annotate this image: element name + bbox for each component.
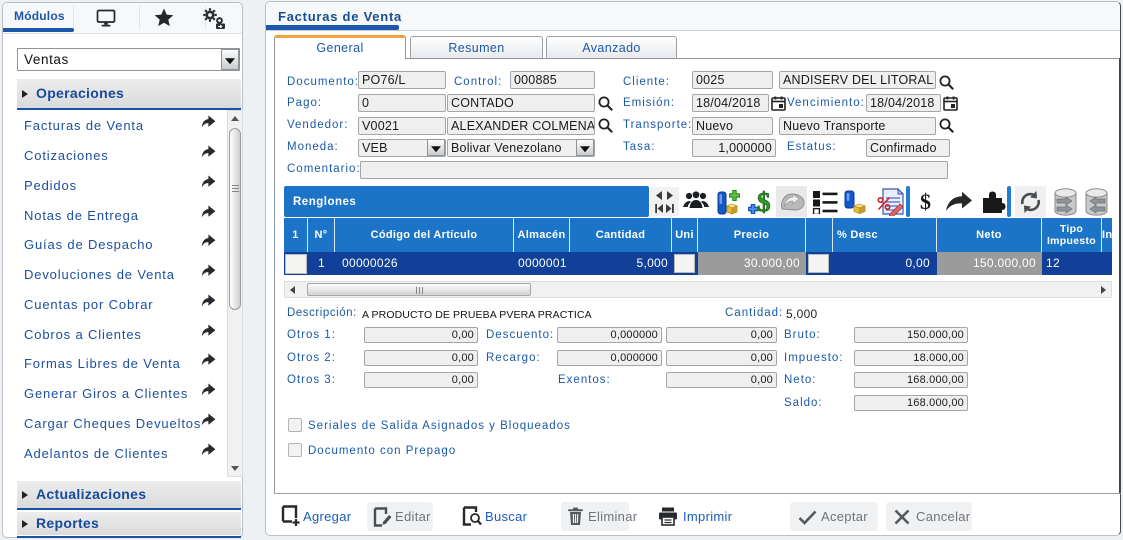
svg-text:$: $ — [757, 188, 771, 216]
